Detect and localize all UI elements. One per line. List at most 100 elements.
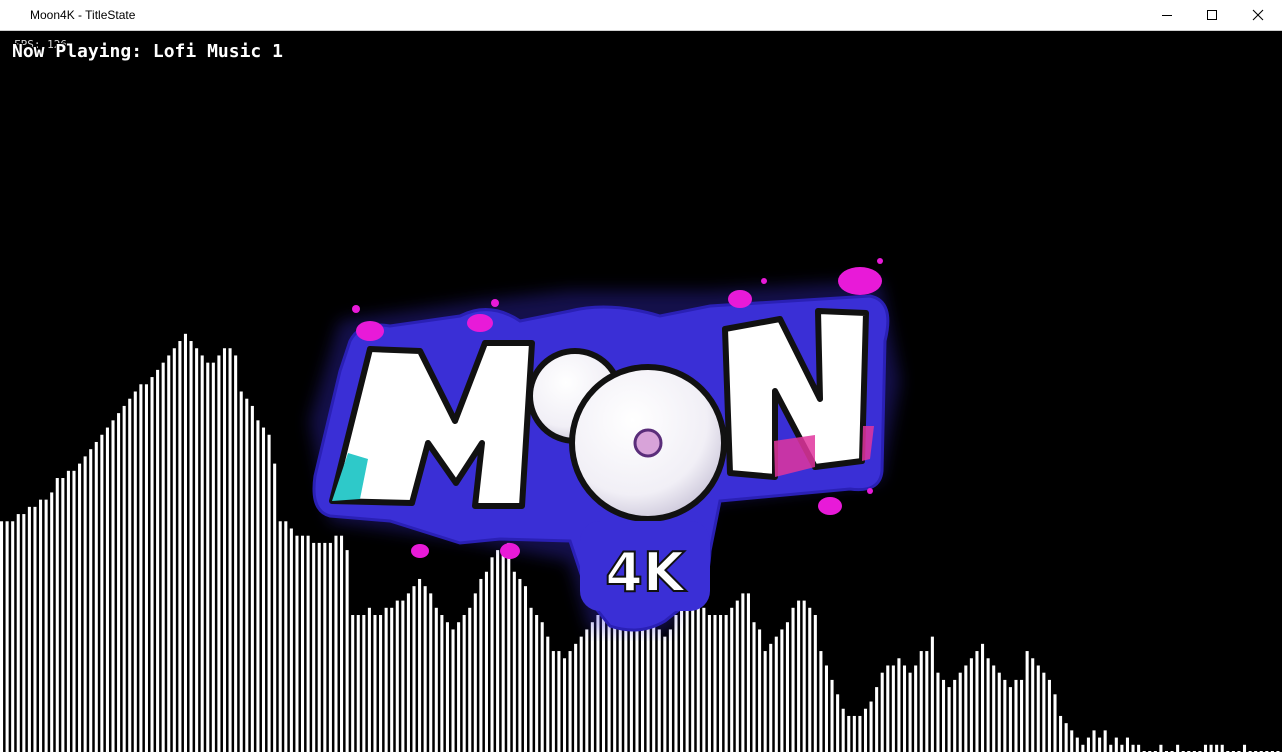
visualizer-bar (122, 405, 126, 752)
visualizer-bar (579, 636, 583, 752)
visualizer-bar (1003, 679, 1007, 752)
visualizer-bar (217, 355, 221, 752)
visualizer-bar (585, 629, 589, 752)
visualizer-bar (156, 369, 160, 752)
visualizer-bar (1203, 744, 1208, 752)
visualizer-bar (902, 665, 907, 752)
visualizer-bar (445, 622, 449, 752)
visualizer-bar (200, 355, 204, 752)
visualizer-bar (457, 622, 461, 752)
visualizer-bar (1064, 723, 1068, 752)
logo-sub-text: 4K (580, 521, 710, 611)
visualizer-bar (1120, 744, 1124, 752)
visualizer-bar (256, 420, 260, 752)
visualizer-bar (752, 622, 756, 752)
visualizer-bar (964, 665, 968, 752)
visualizer-bar (992, 665, 996, 752)
visualizer-bar (986, 658, 990, 752)
visualizer-bar (1031, 658, 1035, 752)
now-playing-label: Now Playing: Lofi Music 1 (12, 41, 283, 62)
visualizer-bar (239, 391, 243, 752)
visualizer-bar (250, 405, 254, 752)
visualizer-bar (663, 636, 667, 752)
visualizer-bar (774, 636, 778, 752)
visualizer-bar (234, 355, 238, 752)
visualizer-bar (830, 679, 834, 752)
visualizer-bar (195, 348, 199, 752)
visualizer-bar (83, 456, 87, 752)
maximize-button[interactable] (1189, 0, 1235, 30)
visualizer-bar (66, 470, 70, 752)
visualizer-bar (936, 672, 940, 752)
visualizer-bar (1114, 737, 1118, 752)
visualizer-bar (1131, 744, 1135, 752)
svg-text:4K: 4K (605, 541, 687, 604)
visualizer-bar (61, 478, 65, 752)
visualizer-bar (1047, 679, 1051, 752)
visualizer-bar (785, 622, 789, 752)
visualizer-bar (841, 708, 845, 752)
visualizer-bar (27, 506, 31, 752)
visualizer-bar (819, 651, 823, 752)
visualizer-bar (39, 499, 43, 752)
visualizer-bar (0, 521, 4, 752)
visualizer-bar (919, 651, 923, 752)
visualizer-bar (763, 651, 767, 752)
visualizer-bar (875, 687, 879, 752)
visualizer-bar (100, 434, 104, 752)
visualizer-bar (1086, 737, 1090, 752)
visualizer-bar (50, 492, 54, 752)
visualizer-bar (139, 384, 143, 752)
visualizer-bar (981, 643, 985, 752)
visualizer-bar (228, 348, 232, 752)
visualizer-bar (150, 377, 154, 752)
visualizer-bar (1098, 737, 1102, 752)
visualizer-bar (958, 672, 962, 752)
visualizer-bar (836, 694, 840, 752)
visualizer-bar (969, 658, 973, 752)
maximize-icon (1207, 10, 1217, 20)
visualizer-bar (22, 514, 26, 752)
visualizer-bar (1242, 744, 1247, 752)
visualizer-bar (33, 506, 37, 752)
game-canvas[interactable]: 4K FPS: 126 Now Playing: Lofi Music 1 (0, 31, 1282, 752)
visualizer-bar (546, 636, 550, 752)
visualizer-bar (1014, 679, 1018, 752)
visualizer-bar (72, 470, 76, 752)
visualizer-bar (451, 629, 455, 752)
visualizer-bar (668, 629, 672, 752)
visualizer-bar (1159, 744, 1163, 752)
visualizer-bar (557, 651, 561, 752)
minimize-button[interactable] (1144, 0, 1190, 30)
close-button[interactable] (1235, 0, 1281, 30)
visualizer-bar (183, 333, 188, 752)
window-title: Moon4K - TitleState (30, 8, 136, 22)
visualizer-bar (11, 521, 15, 752)
visualizer-bar (780, 629, 784, 752)
visualizer-bar (1103, 730, 1107, 752)
visualizer-bar (540, 622, 544, 752)
visualizer-bar (105, 427, 109, 752)
visualizer-bar (1215, 744, 1219, 752)
visualizer-bar (1053, 694, 1057, 752)
visualizer-bar (574, 643, 578, 752)
visualizer-bar (1059, 715, 1063, 752)
visualizer-bar (1092, 730, 1096, 752)
visualizer-bar (1081, 744, 1085, 752)
visualizer-bar (78, 463, 82, 752)
visualizer-bar (852, 715, 856, 752)
visualizer-bar (941, 679, 946, 752)
visualizer-bar (1008, 687, 1012, 752)
app-icon (10, 8, 24, 22)
visualizer-bar (1125, 737, 1129, 752)
visualizer-bar (89, 449, 93, 752)
title-bar[interactable]: Moon4K - TitleState (0, 0, 1282, 31)
visualizer-bar (94, 441, 98, 752)
visualizer-bar (172, 348, 176, 752)
visualizer-bar (1176, 744, 1180, 752)
visualizer-bar (858, 715, 862, 752)
visualizer-bar (925, 651, 929, 752)
game-window: Moon4K - TitleState 4K FPS: 126 Now Play… (0, 0, 1282, 752)
visualizer-bar (128, 398, 132, 752)
visualizer-bar (167, 355, 171, 752)
